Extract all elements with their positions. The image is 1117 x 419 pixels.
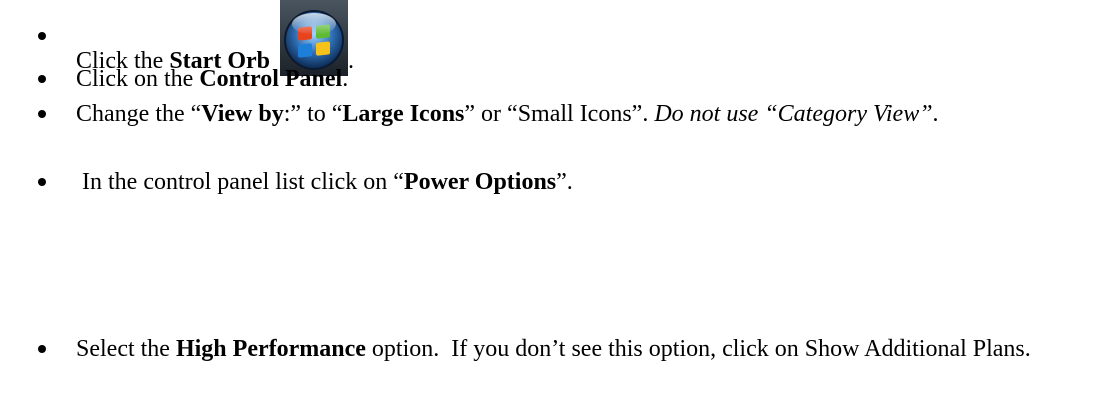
step-text-2: Click on the Control Panel. [76, 65, 1109, 93]
step-3-part-4: Large Icons [342, 101, 465, 127]
step-4-part-1: In the control panel list click on “ [76, 169, 404, 195]
step-3-part-5: ” or “Small Icons”. [464, 101, 655, 127]
step-4-part-2: Power Options [403, 169, 557, 195]
step-3-part-1: Change the “ [76, 101, 202, 127]
step-3-part-6: Do not use “Category View” [654, 101, 933, 127]
step-2-part-1: Click on the [76, 66, 200, 92]
bullet-dot-icon [38, 178, 46, 186]
step-item-4: In the control panel list click on “Powe… [38, 168, 1109, 196]
step-item-2: Click on the Control Panel. [38, 65, 1109, 93]
bullet-dot-icon [38, 75, 46, 83]
step-item-3: Change the “View by:” to “Large Icons” o… [38, 100, 1109, 128]
step-item-5: Select the High Performance option. If y… [38, 335, 1109, 363]
bullet-dot-icon [38, 32, 46, 40]
step-text-4: In the control panel list click on “Powe… [76, 168, 1109, 196]
step-3-part-7: . [932, 101, 939, 127]
step-text-5: Select the High Performance option. If y… [76, 335, 1109, 363]
step-4-part-3: ”. [556, 169, 573, 195]
step-5-part-1: Select the [76, 336, 176, 362]
bullet-dot-icon [38, 345, 46, 353]
step-5-part-3: option. If you don’t see this option, cl… [365, 336, 1031, 362]
step-3-part-2: View by [201, 101, 284, 127]
step-text-3: Change the “View by:” to “Large Icons” o… [76, 100, 1109, 128]
step-5-part-2: High Performance [175, 336, 366, 362]
bullet-dot-icon [38, 110, 46, 118]
step-2-part-3: . [342, 66, 349, 92]
step-3-part-3: :” to “ [283, 101, 343, 127]
step-2-part-2: Control Panel [199, 66, 343, 92]
